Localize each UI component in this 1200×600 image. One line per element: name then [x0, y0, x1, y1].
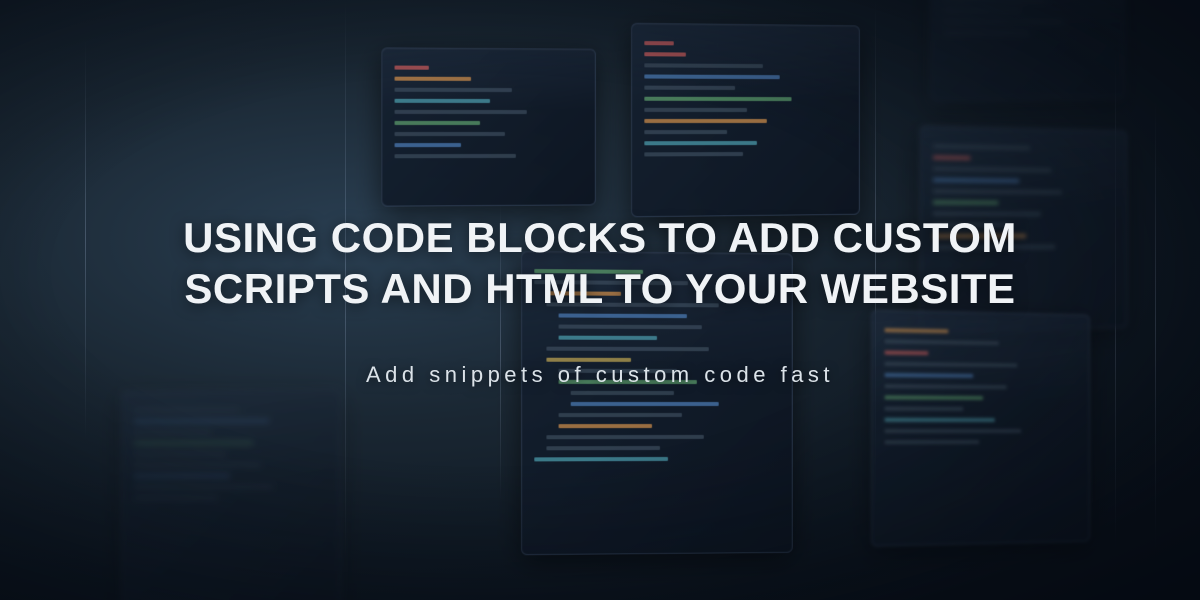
hero-subtitle: Add snippets of custom code fast	[366, 362, 834, 388]
hero-title: USING CODE BLOCKS TO ADD CUSTOM SCRIPTS …	[160, 212, 1040, 314]
hero-content: USING CODE BLOCKS TO ADD CUSTOM SCRIPTS …	[0, 0, 1200, 600]
